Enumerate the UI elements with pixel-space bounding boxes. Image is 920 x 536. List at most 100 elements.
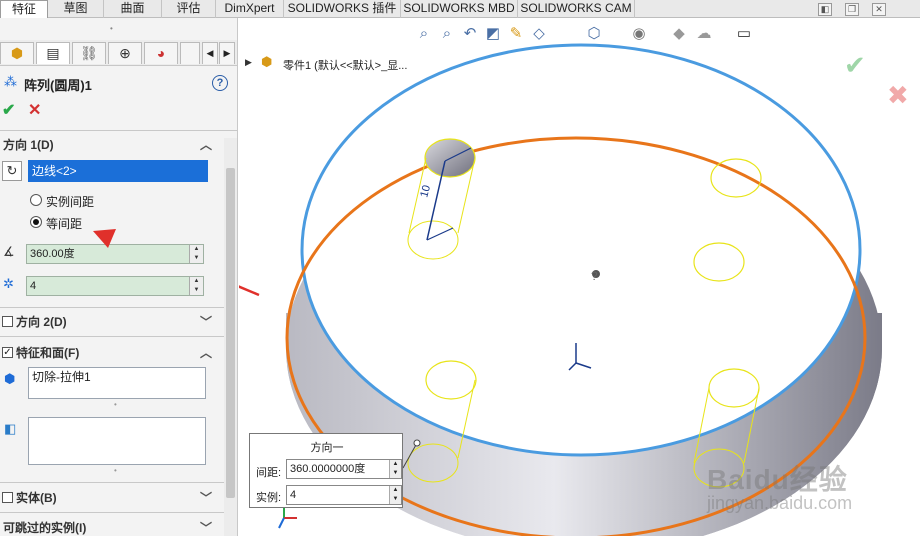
direction-edge-value: 边线<2> — [32, 164, 77, 178]
section-features-header[interactable]: 特征和面(F) ︿ — [0, 343, 220, 363]
popup-spacing-field[interactable]: 360.0000000度 ▲ ▼ — [286, 459, 402, 479]
radio-equal-spacing[interactable] — [30, 216, 42, 228]
command-manager-tabs: 特征 草图 曲面 评估 DimXpert SOLIDWORKS 插件 SOLID… — [0, 0, 920, 19]
configuration-manager-icon[interactable]: ⛓ — [72, 42, 106, 64]
reverse-direction-button[interactable]: ↻ — [2, 161, 22, 181]
section-skip-instances-label: 可跳过的实例(I) — [3, 521, 87, 535]
annotation-arrow — [239, 285, 260, 297]
angle-icon: ∡ — [3, 244, 15, 259]
zoom-to-fit-icon[interactable]: ⌕ — [414, 24, 434, 44]
list-resize-handle[interactable]: • — [114, 400, 117, 409]
direction-popup: 方向一 间距: 360.0000000度 ▲ ▼ 实例: 4 ▲ ▼ — [249, 433, 403, 508]
popup-spacing-spinner[interactable]: ▲ ▼ — [389, 460, 401, 478]
popup-spacing-value: 360.0000000度 — [290, 463, 366, 475]
tab-dimxpert[interactable]: DimXpert — [216, 0, 284, 18]
annotation-arrowhead — [93, 229, 116, 248]
section-bodies-label: 实体(B) — [16, 491, 57, 505]
divider — [0, 307, 237, 308]
panel-scrollbar[interactable] — [224, 138, 237, 536]
cancel-button[interactable]: ✕ — [28, 100, 41, 120]
help-icon[interactable]: ? — [212, 75, 228, 91]
pattern-icon: ⁂ — [4, 74, 17, 89]
direction-edge-field[interactable]: 边线<2> — [28, 160, 208, 182]
ok-button[interactable]: ✔ — [2, 100, 15, 120]
close-icon[interactable]: ✕ — [872, 3, 886, 16]
divider — [0, 482, 237, 483]
part-label[interactable]: 零件1 (默认<<默认>_显... — [283, 57, 407, 73]
divider — [0, 336, 237, 337]
popup-spacing-label: 间距: — [256, 467, 282, 479]
popup-handle — [413, 439, 421, 447]
features-icon: ⬢ — [4, 371, 16, 386]
popup-count-value: 4 — [290, 489, 297, 501]
angle-spinner-arrows[interactable]: ▲ ▼ — [189, 245, 203, 263]
chevron-up-icon[interactable]: ︿ — [200, 343, 212, 363]
radio-instance-spacing[interactable] — [30, 194, 42, 206]
tile-icon[interactable]: ❐ — [845, 3, 859, 16]
watermark-url: jingyan.baidu.com — [707, 493, 853, 513]
tab-solidworks-cam[interactable]: SOLIDWORKS CAM — [518, 0, 635, 18]
list-resize-handle[interactable]: • — [114, 466, 117, 475]
display-manager-icon[interactable]: ◕ — [144, 42, 178, 64]
tab-solidworks-mbd[interactable]: SOLIDWORKS MBD — [401, 0, 518, 18]
section-direction1-header[interactable]: 方向 1(D) ︿ — [0, 135, 220, 155]
edit-appearance-icon[interactable]: ◆ — [669, 24, 689, 44]
radio-instance-spacing-label: 实例间距 — [46, 195, 95, 209]
chevron-down-icon[interactable]: ﹀ — [200, 312, 212, 332]
popup-count-spinner[interactable]: ▲ ▼ — [389, 486, 401, 504]
section-direction1-label: 方向 1(D) — [3, 138, 54, 152]
confirm-ok-icon[interactable]: ✔ — [844, 50, 866, 81]
previous-view-icon[interactable]: ↶ — [460, 24, 480, 44]
tab-surfaces[interactable]: 曲面 — [104, 0, 162, 18]
features-list[interactable]: 切除-拉伸1 — [28, 367, 206, 399]
panel-title: 阵列(圆周)1 — [24, 78, 92, 93]
panel-tab-strip: ⬢ ▤ ⛓ ⊕ ◕ ◀ ▶ — [0, 40, 237, 66]
display-style-icon[interactable]: ⬡ — [584, 24, 604, 44]
tab-sketch[interactable]: 草图 — [48, 0, 104, 18]
view-orientation-icon[interactable]: ◇ — [529, 24, 549, 44]
chevron-up-icon[interactable]: ︿ — [200, 135, 212, 155]
dynamic-annotation-icon[interactable]: ✎ — [506, 24, 526, 44]
property-manager: • ⬢ ▤ ⛓ ⊕ ◕ ◀ ▶ ⁂ 阵列(圆周)1 ? ✔ ✕ 方向 1(D) … — [0, 18, 238, 536]
top-face — [302, 45, 860, 455]
section-direction2-header[interactable]: 方向 2(D) ﹀ — [0, 312, 220, 332]
restore-icon[interactable]: ◧ — [818, 3, 832, 16]
scroll-right-icon[interactable]: ▶ — [219, 42, 235, 64]
divider — [0, 130, 237, 131]
faces-icon: ◧ — [4, 421, 17, 436]
section-skip-instances-header[interactable]: 可跳过的实例(I) ﹀ — [0, 518, 220, 536]
watermark-logo: Baidu经验 — [707, 464, 848, 495]
dimxpert-icon[interactable]: ⊕ — [108, 42, 142, 64]
view-settings-icon[interactable]: ▭ — [734, 24, 754, 44]
tab-solidworks-addins[interactable]: SOLIDWORKS 插件 — [284, 0, 401, 18]
angle-value: 360.00度 — [30, 248, 75, 260]
popup-title: 方向一 — [310, 442, 344, 454]
more-tabs-icon[interactable] — [180, 42, 200, 64]
confirm-cancel-icon[interactable]: ✖ — [887, 80, 909, 111]
zoom-to-area-icon[interactable]: ⌕ — [437, 24, 457, 44]
instance-count-spinbox[interactable]: 4 ▲ ▼ — [26, 276, 204, 296]
pivot-marker: ? — [591, 269, 598, 283]
apply-scene-icon[interactable]: ☁ — [694, 24, 714, 44]
chevron-down-icon[interactable]: ﹀ — [200, 488, 212, 508]
panel-scrollbar-thumb[interactable] — [226, 168, 235, 498]
feature-manager-icon[interactable]: ⬢ — [0, 42, 34, 64]
resize-handle[interactable]: • — [110, 24, 120, 33]
section-direction2-label: 方向 2(D) — [16, 315, 67, 329]
tab-evaluate[interactable]: 评估 — [162, 0, 216, 18]
chevron-down-icon[interactable]: ﹀ — [200, 518, 212, 536]
section-features-label: 特征和面(F) — [16, 346, 80, 360]
property-manager-icon[interactable]: ▤ — [36, 42, 70, 64]
features-list-item[interactable]: 切除-拉伸1 — [32, 370, 91, 384]
popup-count-field[interactable]: 4 ▲ ▼ — [286, 485, 402, 505]
scroll-left-icon[interactable]: ◀ — [202, 42, 218, 64]
count-spinner-arrows[interactable]: ▲ ▼ — [189, 277, 203, 295]
hide-show-icon[interactable]: ◉ — [629, 24, 649, 44]
faces-list[interactable] — [28, 417, 206, 465]
section-bodies-header[interactable]: 实体(B) ﹀ — [0, 488, 220, 508]
tab-features[interactable]: 特征 — [0, 0, 48, 19]
part-icon: ⬢ — [261, 54, 273, 69]
section-view-icon[interactable]: ◩ — [483, 24, 503, 44]
popup-count-label: 实例: — [256, 492, 282, 504]
tree-expand-icon[interactable]: ▶ — [245, 57, 252, 68]
